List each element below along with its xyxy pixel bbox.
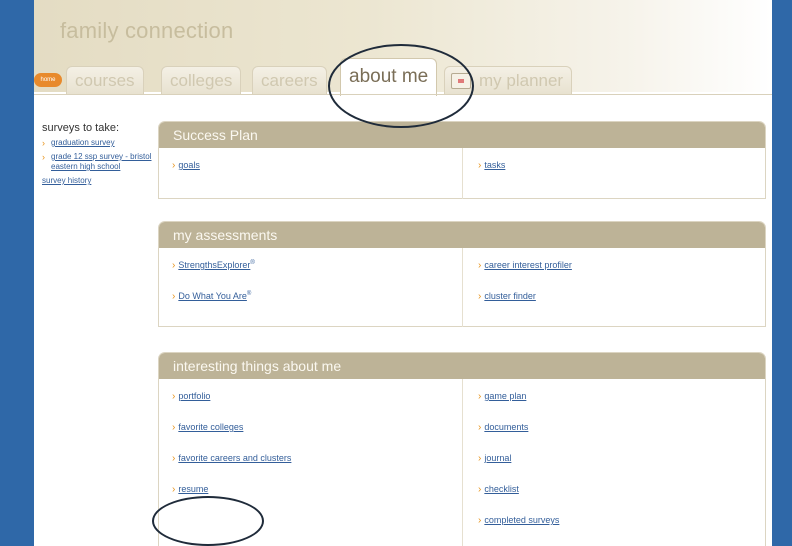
app-title: family connection xyxy=(60,18,234,43)
link-documents[interactable]: › documents xyxy=(478,410,765,441)
tab-courses[interactable]: courses xyxy=(66,66,144,94)
link-do-what-you-are[interactable]: › Do What You Are® xyxy=(172,279,462,310)
chevron-right-icon: › xyxy=(478,160,482,171)
right-border-band xyxy=(772,0,792,546)
chevron-right-icon: › xyxy=(478,453,482,464)
link-checklist[interactable]: › checklist xyxy=(478,472,765,503)
annotation-ellipse-resume xyxy=(152,496,264,546)
chevron-right-icon: › xyxy=(42,138,45,148)
chevron-right-icon: › xyxy=(42,152,45,162)
panel-title: my assessments xyxy=(159,222,765,248)
chevron-right-icon: › xyxy=(478,484,482,495)
link-career-interest-profiler[interactable]: › career interest profiler xyxy=(478,248,765,279)
survey-link-graduation[interactable]: › graduation survey xyxy=(42,138,154,148)
chevron-right-icon: › xyxy=(478,422,482,433)
annotation-ellipse-about-me xyxy=(328,44,474,128)
link-goals[interactable]: › goals xyxy=(172,148,462,179)
link-completed-surveys[interactable]: › completed surveys xyxy=(478,503,765,534)
link-game-plan[interactable]: › game plan xyxy=(478,379,765,410)
survey-link-label: grade 12 ssp survey - bristol eastern hi… xyxy=(51,152,152,171)
chevron-right-icon: › xyxy=(172,160,176,171)
chevron-right-icon: › xyxy=(478,391,482,402)
chevron-right-icon: › xyxy=(172,422,176,433)
survey-link-label: graduation survey xyxy=(51,138,115,147)
link-favorite-careers[interactable]: › favorite careers and clusters xyxy=(172,441,462,472)
panel-title: Success Plan xyxy=(159,122,765,148)
tab-careers[interactable]: careers xyxy=(252,66,327,94)
survey-link-grade-12[interactable]: › grade 12 ssp survey - bristol eastern … xyxy=(42,152,154,172)
link-cluster-finder[interactable]: › cluster finder xyxy=(478,279,765,310)
sidebar-title: surveys to take: xyxy=(42,122,120,134)
tab-colleges[interactable]: colleges xyxy=(161,66,242,94)
panel-title: interesting things about me xyxy=(159,353,765,379)
chevron-right-icon: › xyxy=(478,515,482,526)
sidebar: surveys to take: › graduation survey › g… xyxy=(42,122,154,185)
chevron-right-icon: › xyxy=(172,484,176,495)
survey-history-link[interactable]: survey history xyxy=(42,176,154,185)
link-tasks[interactable]: › tasks xyxy=(478,148,765,179)
home-button[interactable]: home xyxy=(34,73,62,87)
panel-success-plan: Success Plan › goals › tasks xyxy=(158,121,766,199)
link-strengths-explorer[interactable]: › StrengthsExplorer® xyxy=(172,248,462,279)
page: family connection home courses colleges … xyxy=(34,0,772,546)
left-border-band xyxy=(0,0,34,546)
chevron-right-icon: › xyxy=(172,291,176,302)
chevron-right-icon: › xyxy=(172,391,176,402)
panel-my-assessments: my assessments › StrengthsExplorer® › Do W… xyxy=(158,221,766,327)
link-journal[interactable]: › journal xyxy=(478,441,765,472)
chevron-right-icon: › xyxy=(172,453,176,464)
chevron-right-icon: › xyxy=(478,291,482,302)
tab-my-planner-label: my planner xyxy=(479,71,564,90)
chevron-right-icon: › xyxy=(478,260,482,271)
chevron-right-icon: › xyxy=(172,260,176,271)
link-portfolio[interactable]: › portfolio xyxy=(172,379,462,410)
link-favorite-colleges[interactable]: › favorite colleges xyxy=(172,410,462,441)
